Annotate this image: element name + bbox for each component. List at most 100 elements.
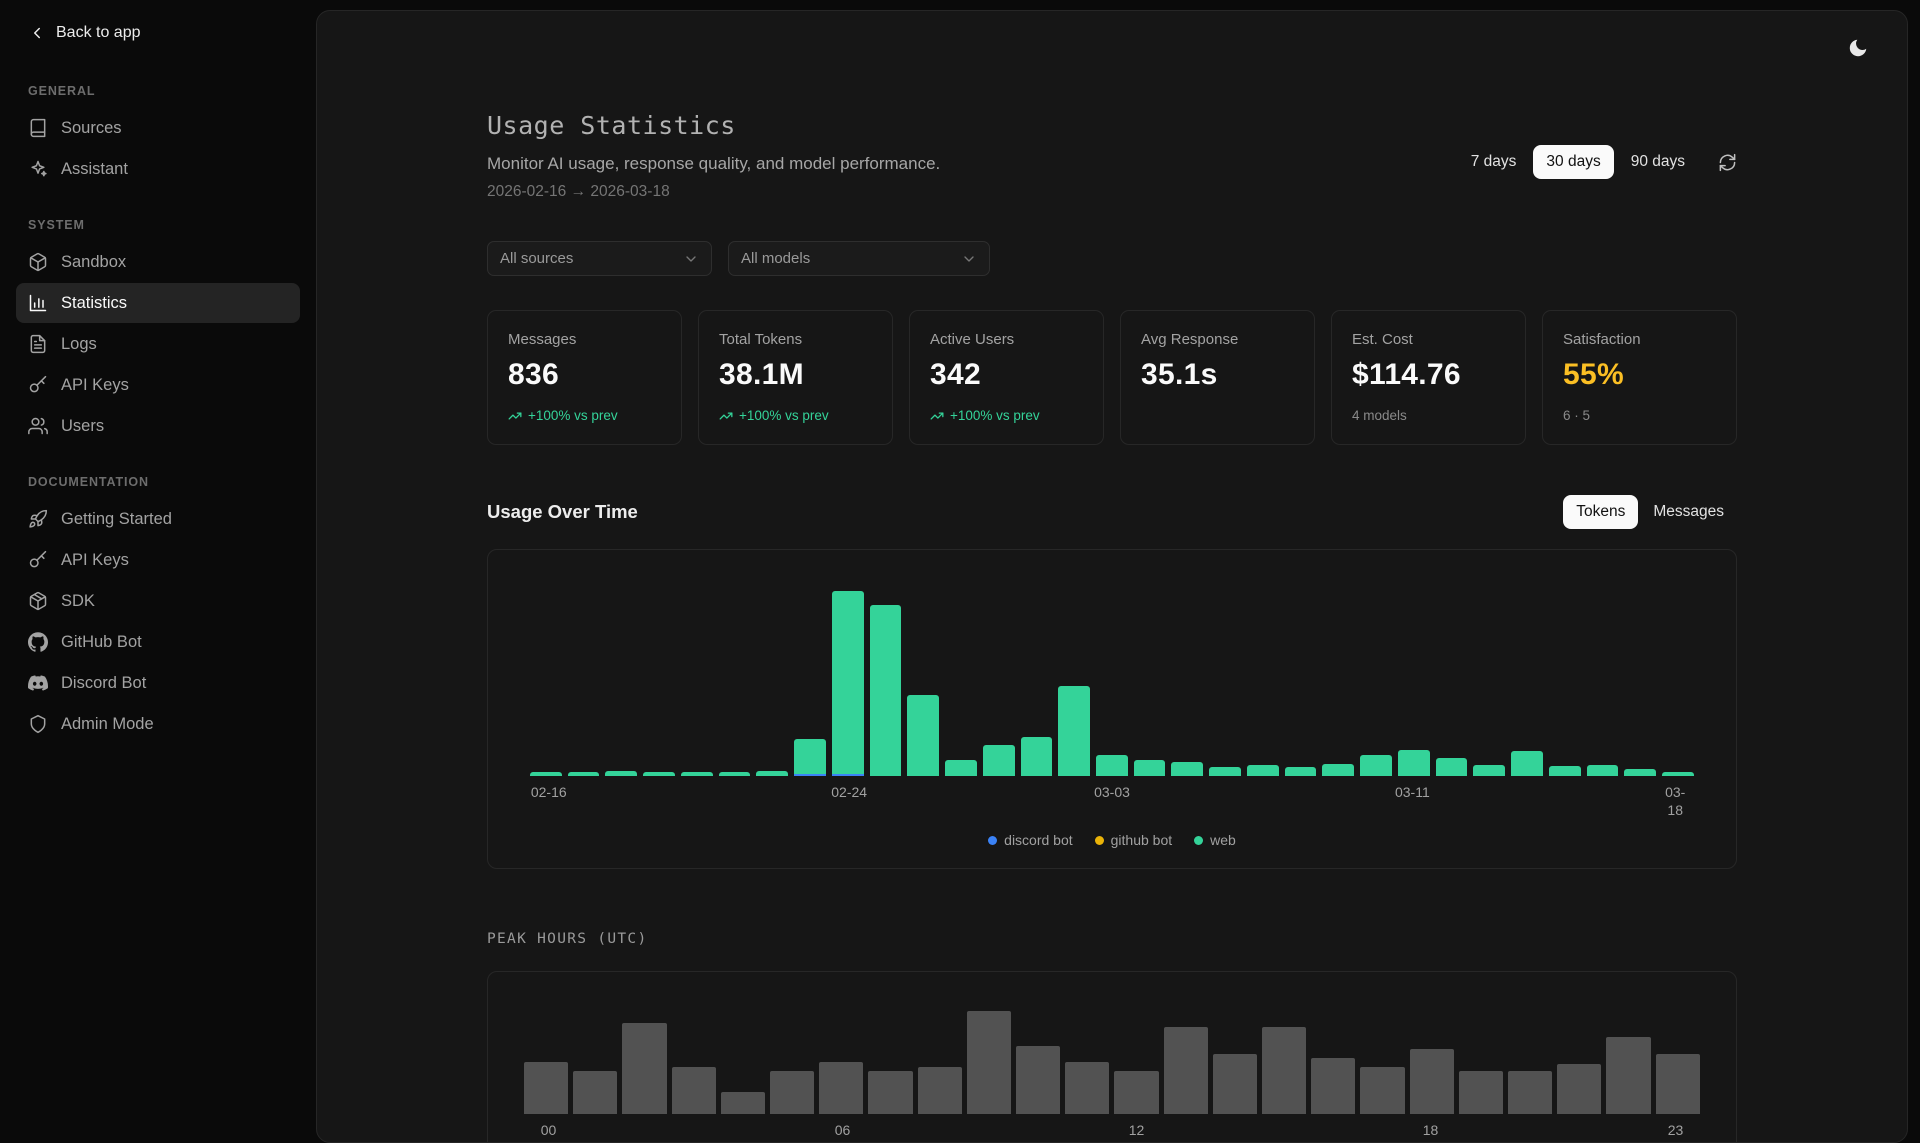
range-90-days-button[interactable]: 90 days (1618, 145, 1698, 179)
bar-03-05 (1171, 762, 1203, 776)
bar-02-16 (530, 772, 562, 776)
sidebar-item-admin-mode[interactable]: Admin Mode (16, 704, 300, 744)
statistics-icon (28, 293, 48, 313)
chevron-down-icon (961, 251, 977, 267)
topbar (317, 11, 1907, 59)
bar-05 (770, 1071, 814, 1114)
toggle-tokens-button[interactable]: Tokens (1563, 495, 1638, 529)
bar-segment (1360, 1067, 1404, 1114)
x-axis-tick: 12 (1129, 1122, 1145, 1140)
bar-18 (1410, 1049, 1454, 1114)
legend-item: discord bot (988, 832, 1072, 848)
bar-03-08 (1285, 767, 1317, 776)
bar-03-02 (1058, 686, 1090, 776)
bar-segment (530, 772, 562, 776)
sidebar-item-sdk[interactable]: SDK (16, 581, 300, 621)
bar-segment (568, 772, 600, 776)
bar-segment (832, 591, 864, 774)
sidebar-item-label: API Keys (61, 551, 129, 570)
usage-chart-plot (530, 576, 1694, 776)
bar-03-10 (1360, 755, 1392, 776)
back-to-app-button[interactable]: Back to app (16, 10, 300, 56)
x-axis-tick: 03-11 (1395, 784, 1430, 802)
bar-segment (1624, 769, 1656, 776)
bar-segment (967, 1011, 1011, 1114)
legend-label: discord bot (1004, 832, 1072, 848)
bar-segment (1511, 751, 1543, 776)
sidebar-item-github-bot[interactable]: GitHub Bot (16, 622, 300, 662)
bar-04 (721, 1092, 765, 1114)
key-icon (28, 375, 48, 395)
sidebar-item-sandbox[interactable]: Sandbox (16, 242, 300, 282)
bar-segment (1021, 737, 1053, 776)
github-icon (28, 632, 48, 652)
bar-segment (1436, 758, 1468, 777)
bar-segment (524, 1062, 568, 1114)
bar-segment (868, 1071, 912, 1114)
section-label-general: GENERAL (16, 84, 300, 98)
sidebar-item-sources[interactable]: Sources (16, 108, 300, 148)
sidebar-item-getting-started[interactable]: Getting Started (16, 499, 300, 539)
usage-section-title: Usage Over Time (487, 501, 638, 523)
trend-up-icon (508, 409, 522, 423)
sidebar-item-api-keys[interactable]: API Keys (16, 365, 300, 405)
toggle-messages-button[interactable]: Messages (1640, 495, 1737, 529)
bar-segment (1606, 1037, 1650, 1114)
bar-02 (622, 1023, 666, 1114)
stat-value: 35.1s (1141, 358, 1294, 392)
stat-card-est-cost: Est. Cost $114.76 4 models (1331, 310, 1526, 445)
sidebar-item-discord-bot[interactable]: Discord Bot (16, 663, 300, 703)
bar-02-19 (643, 772, 675, 776)
usage-chart-xaxis: 02-1602-2403-0303-1103-18 (530, 784, 1694, 808)
bar-segment (721, 1092, 765, 1114)
bar-segment (1587, 765, 1619, 776)
filters-row: All sources All models (487, 241, 1737, 276)
bar-segment (1311, 1058, 1355, 1114)
assistant-icon (28, 159, 48, 179)
logs-icon (28, 334, 48, 354)
bar-03-04 (1134, 760, 1166, 776)
bar-segment (1360, 755, 1392, 776)
sidebar-item-doc-api-keys[interactable]: API Keys (16, 540, 300, 580)
bar-22 (1606, 1037, 1650, 1114)
stat-card-active-users: Active Users 342 +100% vs prev (909, 310, 1104, 445)
stat-label: Satisfaction (1563, 331, 1716, 348)
sidebar-item-logs[interactable]: Logs (16, 324, 300, 364)
bar-02-26 (907, 695, 939, 776)
bar-03-12 (1436, 758, 1468, 777)
bar-17 (1360, 1067, 1404, 1114)
sidebar-item-statistics[interactable]: Statistics (16, 283, 300, 323)
x-axis-tick: 03-18 (1660, 784, 1690, 819)
sidebar-item-label: Sources (61, 119, 122, 138)
bar-03-11 (1398, 750, 1430, 776)
chevron-down-icon (683, 251, 699, 267)
peak-chart-xaxis: 0006121823 (524, 1122, 1700, 1143)
back-to-app-label: Back to app (56, 24, 141, 42)
sidebar-item-label: Discord Bot (61, 674, 146, 693)
sidebar-item-label: Getting Started (61, 510, 172, 529)
bar-02-28 (983, 745, 1015, 776)
page-header: Usage Statistics Monitor AI usage, respo… (487, 111, 940, 201)
rocket-icon (28, 509, 48, 529)
theme-toggle-button[interactable] (1847, 37, 1869, 59)
bar-segment (983, 745, 1015, 776)
bar-03-17 (1624, 769, 1656, 776)
bar-02-22 (756, 771, 788, 776)
sources-filter-select[interactable]: All sources (487, 241, 712, 276)
sidebar-item-assistant[interactable]: Assistant (16, 149, 300, 189)
models-filter-select[interactable]: All models (728, 241, 990, 276)
sidebar-item-users[interactable]: Users (16, 406, 300, 446)
bar-segment (832, 774, 864, 777)
bar-03 (672, 1067, 716, 1114)
stat-delta-text: +100% vs prev (950, 408, 1040, 423)
sources-filter-value: All sources (500, 250, 573, 267)
refresh-button[interactable] (1718, 153, 1737, 172)
stat-delta-text: +100% vs prev (528, 408, 618, 423)
bar-09 (967, 1011, 1011, 1114)
range-30-days-button[interactable]: 30 days (1533, 145, 1613, 179)
bar-23 (1656, 1054, 1700, 1114)
range-7-days-button[interactable]: 7 days (1458, 145, 1530, 179)
bar-segment (945, 760, 977, 776)
bar-segment (1557, 1064, 1601, 1114)
bar-segment (907, 695, 939, 776)
